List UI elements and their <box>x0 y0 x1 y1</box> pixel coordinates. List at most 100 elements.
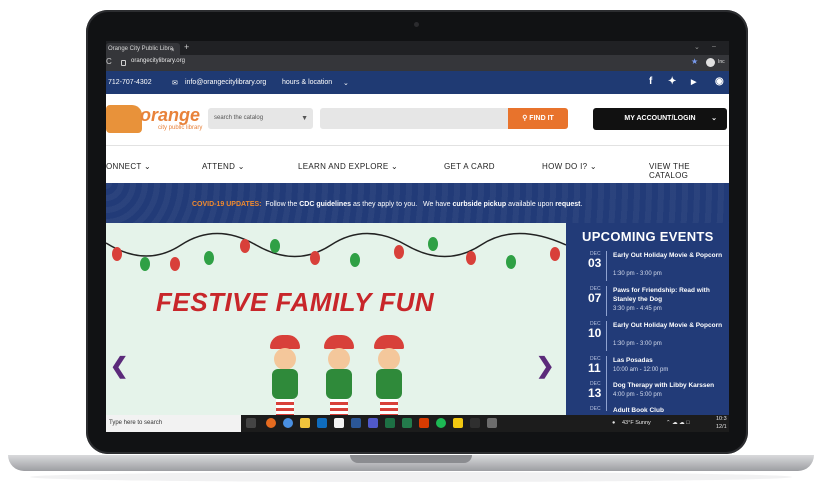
event-time: 4:00 pm - 5:00 pm <box>613 392 662 398</box>
nav-label: LEARN AND EXPLORE <box>298 162 389 171</box>
active-app-icon[interactable] <box>487 418 497 428</box>
covid-title: COVID-19 UPDATES: <box>192 201 262 208</box>
email-link[interactable]: info@orangecitylibrary.org <box>185 79 266 86</box>
request-link[interactable]: request <box>555 201 580 208</box>
find-it-button[interactable]: ⚲ FIND IT <box>508 108 568 129</box>
chrome-icon[interactable] <box>283 418 293 428</box>
excel-icon[interactable] <box>385 418 395 428</box>
logo-book-icon[interactable] <box>106 105 142 133</box>
search-icon: ⚲ <box>522 115 528 122</box>
elf-illustration <box>320 335 358 415</box>
nav-label: ATTEND <box>202 162 236 171</box>
nav-label: HOW DO I? <box>542 162 588 171</box>
new-tab-button[interactable]: + <box>184 42 189 52</box>
nav-attend[interactable]: ATTEND ⌄ <box>202 162 245 171</box>
event-time: 10:00 am - 12:00 pm <box>613 367 669 373</box>
teams-icon[interactable] <box>368 418 378 428</box>
light-bulb <box>140 257 150 271</box>
event-time: 1:30 pm - 3:00 pm <box>613 341 662 347</box>
covid-text: We have <box>423 201 451 208</box>
hero-slider: FESTIVE FAMILY FUN ❮ ❯ <box>106 223 566 415</box>
tab-title: Orange City Public Libra <box>108 46 174 52</box>
nav-label: VIEW THE CATALOG <box>649 162 690 180</box>
event-day: 10 <box>588 326 602 340</box>
url-text[interactable]: orangecitylibrary.org <box>131 58 185 64</box>
office-icon[interactable] <box>419 418 429 428</box>
mail-icon: ✉ <box>172 80 178 87</box>
event-name[interactable]: Paws for Friendship: Read with Stanley t… <box>613 286 723 304</box>
cdc-guidelines-link[interactable]: CDC guidelines <box>299 201 351 208</box>
address-bar: C orangecitylibrary.org ★ Inc <box>106 55 729 71</box>
file-explorer-icon[interactable] <box>300 418 310 428</box>
browser-tab[interactable]: Orange City Public Libra × <box>106 43 180 55</box>
phone-link[interactable]: 712-707-4302 <box>108 79 152 86</box>
notes-icon[interactable] <box>453 418 463 428</box>
light-bulb <box>466 251 476 265</box>
light-bulb <box>350 253 360 267</box>
light-bulb <box>310 251 320 265</box>
nav-get-card[interactable]: GET A CARD <box>444 162 495 171</box>
nav-how-do-i[interactable]: HOW DO I? ⌄ <box>542 162 597 171</box>
firefox-icon[interactable] <box>266 418 276 428</box>
hours-link[interactable]: hours & location <box>282 79 332 86</box>
event-name[interactable]: Early Out Holiday Movie & Popcorn <box>613 251 723 260</box>
word-icon[interactable] <box>351 418 361 428</box>
taskbar-search[interactable]: Type here to search <box>106 415 241 432</box>
event-day: 13 <box>588 386 602 400</box>
event-name[interactable]: Adult Book Club <box>613 406 723 415</box>
nav-learn-explore[interactable]: LEARN AND EXPLORE ⌄ <box>298 162 398 171</box>
nav-view-catalog[interactable]: VIEW THE CATALOG <box>649 162 729 180</box>
logo-subtitle: city public library <box>158 125 203 131</box>
app-icon[interactable] <box>470 418 480 428</box>
nav-label: GET A CARD <box>444 162 495 171</box>
clock-time[interactable]: 10:3 <box>716 416 727 422</box>
event-item[interactable]: DEC 07 Paws for Friendship: Read with St… <box>566 286 729 321</box>
outlook-icon[interactable] <box>317 418 327 428</box>
chevron-down-icon: ⌄ <box>343 80 349 87</box>
twitter-icon[interactable]: ✦ <box>668 76 676 87</box>
weather-text[interactable]: 43°F Sunny <box>622 420 651 426</box>
mail-app-icon[interactable] <box>334 418 344 428</box>
light-bulb <box>550 247 560 261</box>
task-view-icon[interactable] <box>246 418 256 428</box>
event-name[interactable]: Dog Therapy with Libby Karssen <box>613 381 723 390</box>
search-scope-label: search the catalog <box>214 115 264 121</box>
minimize-icon[interactable]: ⌄ <box>694 43 700 51</box>
event-item[interactable]: DEC 03 Early Out Holiday Movie & Popcorn… <box>566 251 729 286</box>
instagram-icon[interactable]: ◉ <box>715 76 724 87</box>
event-day: 03 <box>588 256 602 270</box>
elf-illustration <box>370 335 408 415</box>
catalog-search-input[interactable] <box>320 108 508 129</box>
hero-title: FESTIVE FAMILY FUN <box>156 287 435 317</box>
clock-date[interactable]: 12/1 <box>716 424 727 430</box>
event-item[interactable]: DEC 10 Early Out Holiday Movie & Popcorn… <box>566 321 729 356</box>
chevron-down-icon: ▼ <box>301 115 308 122</box>
chevron-left-icon[interactable]: ❮ <box>110 353 128 379</box>
event-time: 3:30 pm - 4:45 pm <box>613 306 662 312</box>
window-minimize-icon[interactable]: – <box>712 43 716 50</box>
event-name[interactable]: Las Posadas <box>613 356 723 365</box>
chevron-right-icon[interactable]: ❯ <box>536 353 554 379</box>
laptop-notch <box>350 455 472 463</box>
light-bulb <box>506 255 516 269</box>
logo-text[interactable]: orange <box>140 105 200 126</box>
spotify-icon[interactable] <box>436 418 446 428</box>
facebook-icon[interactable]: f <box>649 76 652 87</box>
weather-icon[interactable]: ● <box>612 420 615 426</box>
bookmark-star-icon[interactable]: ★ <box>691 57 698 66</box>
curbside-pickup-text: curbside pickup <box>452 201 507 208</box>
search-scope-select[interactable]: search the catalog ▼ <box>208 108 313 129</box>
light-bulb <box>240 239 250 253</box>
account-label: MY ACCOUNT/LOGIN <box>624 115 696 122</box>
reload-icon[interactable]: C <box>106 57 112 66</box>
profile-avatar[interactable] <box>706 58 715 67</box>
account-login-button[interactable]: MY ACCOUNT/LOGIN ⌄ <box>593 108 727 130</box>
laptop-shadow <box>30 472 792 482</box>
covid-banner: COVID-19 UPDATES: Follow the CDC guideli… <box>106 183 729 223</box>
youtube-icon[interactable]: ▶ <box>691 78 696 86</box>
publisher-icon[interactable] <box>402 418 412 428</box>
nav-connect[interactable]: ONNECT ⌄ <box>106 162 151 171</box>
system-tray-icons[interactable]: ⌃ ☁ ☁ □ <box>666 420 690 426</box>
light-bulb <box>204 251 214 265</box>
event-name[interactable]: Early Out Holiday Movie & Popcorn <box>613 321 723 330</box>
